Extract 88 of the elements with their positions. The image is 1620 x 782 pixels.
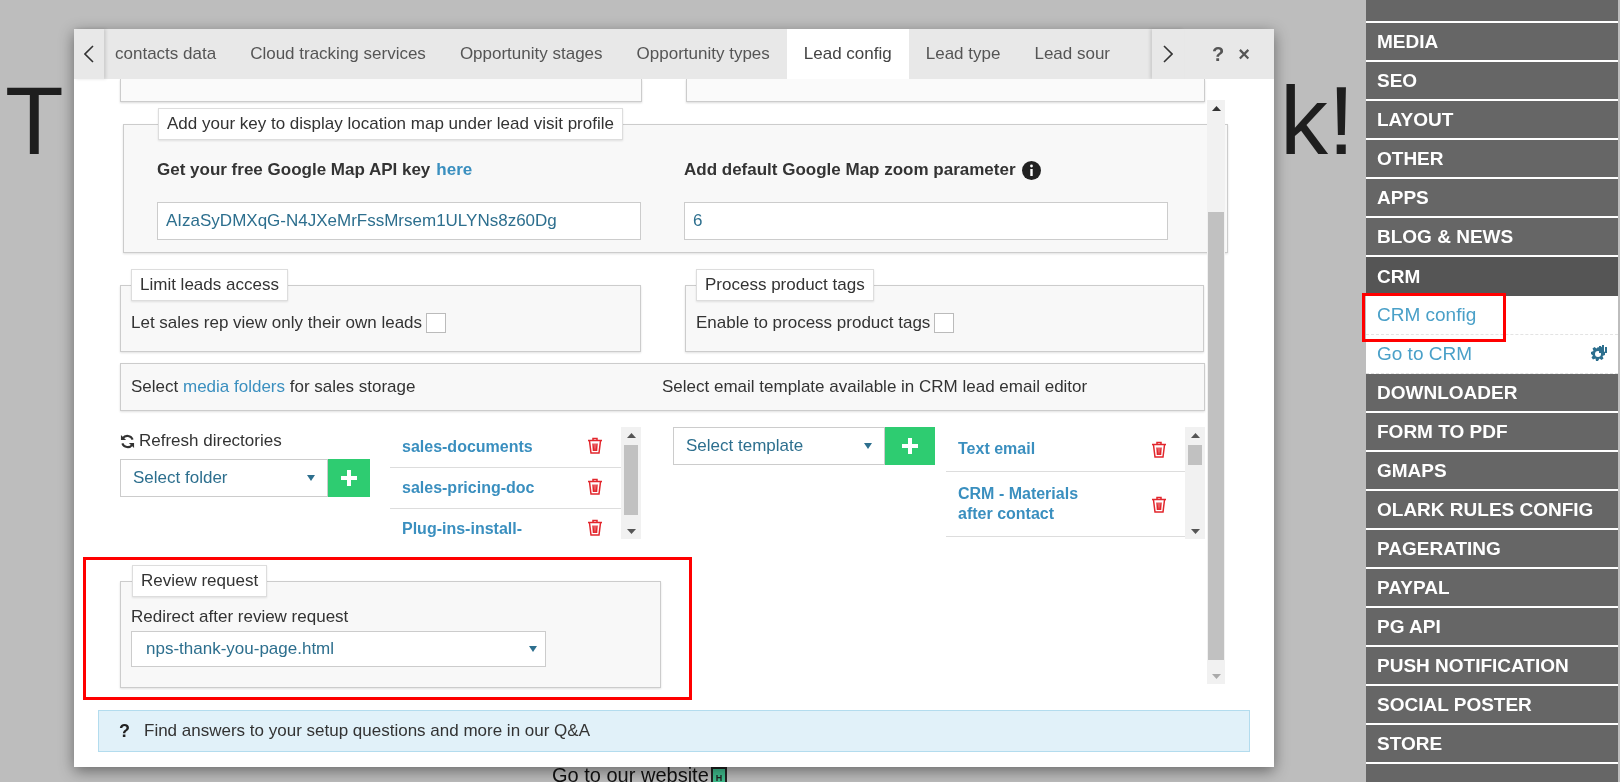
sidebar-item[interactable]: MEDIA (1366, 23, 1618, 62)
gear-icon[interactable] (1588, 344, 1608, 364)
previous-tab-button[interactable] (74, 29, 104, 79)
trash-icon[interactable] (587, 519, 603, 536)
template-select[interactable]: Select template (673, 427, 885, 465)
panel-legend: Limit leads access (131, 269, 288, 301)
media-folders-link[interactable]: media folders (183, 377, 286, 396)
page-heading: T (5, 68, 64, 174)
info-text: Find answers to your setup questions and more in our Q&A (144, 721, 590, 741)
scroll-down-icon[interactable] (626, 528, 636, 534)
panel-legend: Add your key to display location map under lead visit profile (158, 108, 623, 140)
tab[interactable]: Lead config (786, 29, 909, 79)
chevron-left-icon (84, 45, 94, 63)
trash-icon[interactable] (587, 437, 603, 454)
template-item[interactable]: Text email (958, 439, 1036, 459)
description-text: Select media folders for sales storage (131, 377, 417, 397)
checkbox[interactable] (426, 313, 447, 333)
tab[interactable]: Lead type (908, 29, 1018, 79)
sidebar-item[interactable]: CRM (1366, 257, 1618, 296)
scroll-down-icon[interactable] (1190, 528, 1200, 534)
folder-item[interactable]: sales-pricing-doc (402, 478, 535, 498)
scrollbar-thumb[interactable] (1208, 212, 1224, 660)
field-label: Add default Google Map zoom parameter (684, 160, 1016, 180)
sidebar-item[interactable]: STORE (1366, 725, 1618, 764)
folder-select[interactable]: Select folder (120, 459, 328, 497)
field-label: Redirect after review request (131, 607, 350, 627)
plus-icon (902, 438, 918, 454)
sidebar-item[interactable]: APPS (1366, 179, 1618, 218)
panel-legend: Process product tags (696, 269, 874, 301)
input-field[interactable]: 6 (684, 202, 1168, 240)
sidebar-item[interactable]: LAYOUT (1366, 101, 1618, 140)
refresh-link[interactable]: Refresh directories (139, 431, 282, 451)
close-button[interactable]: × (1238, 44, 1250, 64)
sidebar-item[interactable]: FORM TO PDF (1366, 413, 1618, 452)
chevron-right-icon (1163, 45, 1174, 63)
refresh-icon[interactable] (120, 433, 135, 449)
scroll-up-icon[interactable] (1211, 105, 1221, 111)
sidebar-item[interactable]: OLARK RULES CONFIG (1366, 491, 1618, 530)
sidebar-item[interactable]: PG API (1366, 608, 1618, 647)
sidebar-item[interactable]: SEO (1366, 62, 1618, 101)
input-field[interactable]: AIzaSyDMXqG-N4JXeMrFssMrsem1ULYNs8z60Dg (157, 202, 641, 240)
trash-icon[interactable] (587, 478, 603, 495)
sidebar-item[interactable]: OTHER (1366, 140, 1618, 179)
website-link[interactable]: Go to our website (552, 767, 709, 782)
next-tab-button[interactable] (1152, 29, 1185, 79)
scroll-up-icon[interactable] (1190, 432, 1200, 438)
checkbox-label: Enable to process product tags (696, 313, 931, 333)
caret-icon (864, 443, 872, 449)
caret-icon (529, 646, 537, 652)
badge: H (710, 767, 728, 782)
checkbox[interactable] (934, 313, 955, 333)
scrollbar-thumb[interactable] (1188, 445, 1202, 465)
submenu-item[interactable]: Go to CRM (1377, 343, 1473, 365)
sidebar-item[interactable]: PUSH NOTIFICATION (1366, 647, 1618, 686)
tab[interactable]: Cloud tracking services (233, 29, 443, 79)
folder-item[interactable]: Plug-ins-install- (402, 519, 522, 539)
tab[interactable]: Opportunity stages (442, 29, 620, 79)
scrollbar[interactable] (621, 427, 641, 539)
caret-icon (307, 475, 315, 481)
panel-legend: Review request (132, 565, 268, 597)
info-icon[interactable] (1021, 160, 1041, 180)
sidebar-item[interactable]: PAGERATING (1366, 530, 1618, 569)
plus-icon (341, 470, 357, 486)
scroll-up-icon[interactable] (626, 432, 636, 438)
redirect-select[interactable]: nps-thank-you-page.html (131, 631, 546, 667)
submenu-item[interactable]: CRM config (1377, 304, 1477, 326)
sidebar-item[interactable]: SOCIAL POSTER (1366, 686, 1618, 725)
scrollbar-thumb[interactable] (624, 445, 638, 515)
trash-icon[interactable] (1151, 495, 1167, 513)
checkbox-label: Let sales rep view only their own leads (131, 313, 423, 333)
sidebar-item[interactable]: BLOG & NEWS (1366, 218, 1618, 257)
sidebar-item[interactable]: GMAPS (1366, 452, 1618, 491)
tab[interactable]: contacts data (98, 29, 234, 79)
trash-icon[interactable] (1151, 440, 1167, 458)
page-heading: k! (1280, 68, 1355, 174)
tab[interactable]: Opportunity types (619, 29, 787, 79)
scrollbar[interactable] (1207, 100, 1225, 684)
folder-item[interactable]: sales-documents (402, 437, 533, 457)
field-label: Get your free Google Map API key (157, 160, 431, 180)
scrollbar[interactable] (1185, 427, 1205, 539)
sidebar-item[interactable]: PAYPAL (1366, 569, 1618, 608)
sidebar-item[interactable]: DOWNLOADER (1366, 374, 1618, 413)
description-text: Select email template available in CRM lead email editor (662, 377, 1089, 397)
here-link[interactable]: here (436, 160, 473, 180)
question-icon: ? (119, 720, 130, 742)
tab[interactable]: Lead sour (1017, 29, 1113, 79)
help-button[interactable]: ? (1212, 44, 1225, 64)
template-item[interactable]: CRM - Materials after contact (958, 484, 1108, 524)
